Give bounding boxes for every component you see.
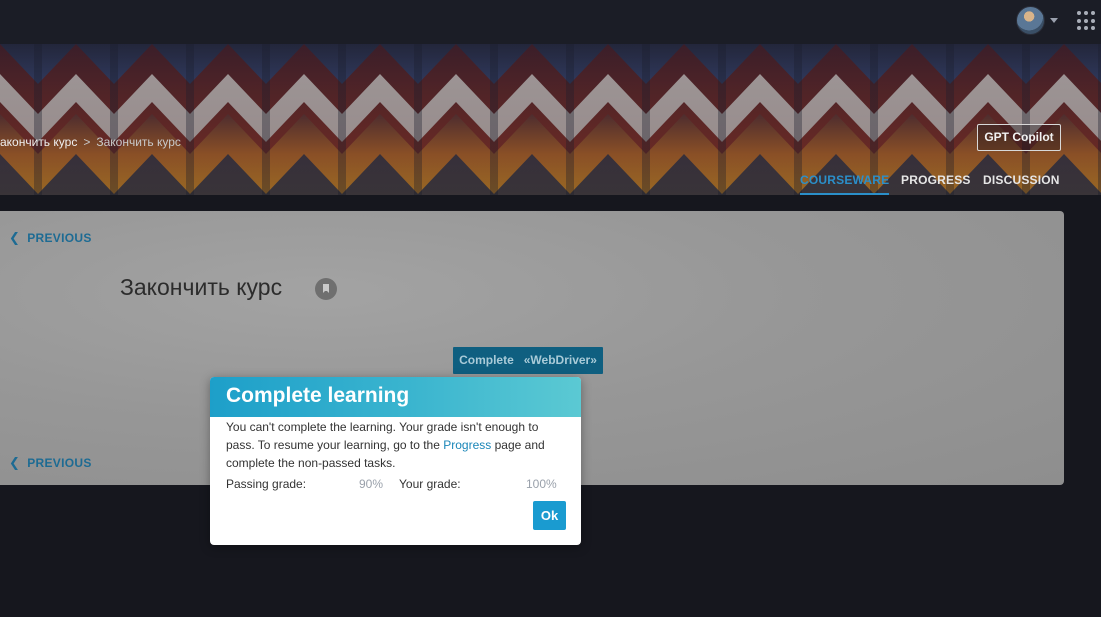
bookmark-icon[interactable]: [315, 278, 337, 300]
previous-label: PREVIOUS: [27, 456, 92, 470]
dialog-title: Complete learning: [226, 384, 410, 407]
progress-link[interactable]: Progress: [443, 438, 491, 452]
chevron-left-icon: ❮: [9, 230, 21, 245]
gpt-copilot-button[interactable]: GPT Copilot: [977, 124, 1061, 151]
tab-progress[interactable]: PROGRESS: [901, 173, 971, 195]
course-tabs: COURSEWARE PROGRESS DISCUSSION: [0, 173, 1101, 195]
apps-grid-icon[interactable]: [1077, 11, 1095, 31]
avatar[interactable]: [1016, 6, 1045, 35]
your-grade-value: 100%: [526, 477, 557, 491]
breadcrumb-parent-link[interactable]: акончить курс: [0, 135, 77, 149]
previous-label: PREVIOUS: [27, 231, 92, 245]
dialog-header: Complete learning: [210, 377, 581, 417]
tab-courseware[interactable]: COURSEWARE: [800, 173, 890, 195]
chevron-left-icon: ❮: [9, 455, 21, 470]
passing-grade-label: Passing grade:: [226, 477, 307, 491]
chevron-down-icon[interactable]: [1050, 18, 1058, 23]
complete-learning-dialog: Complete learning You can't complete the…: [210, 377, 581, 545]
previous-button-bottom[interactable]: ❮ PREVIOUS: [9, 455, 92, 471]
complete-course-button[interactable]: Complete «WebDriver»: [453, 347, 603, 374]
chevron-right-icon: >: [83, 135, 91, 149]
breadcrumb: акончить курс > Закончить курс: [0, 135, 181, 153]
tab-discussion[interactable]: DISCUSSION: [983, 173, 1060, 195]
your-grade-label: Your grade:: [399, 477, 461, 491]
top-bar: [0, 0, 1101, 44]
ok-button[interactable]: Ok: [533, 501, 566, 530]
unit-title: Закончить курс: [120, 274, 283, 300]
dialog-message: You can't complete the learning. Your gr…: [226, 418, 566, 472]
user-menu[interactable]: [1016, 6, 1060, 36]
passing-grade-value: 90%: [359, 477, 384, 491]
breadcrumb-current: Закончить курс: [96, 135, 181, 149]
previous-button-top[interactable]: ❮ PREVIOUS: [9, 230, 92, 246]
